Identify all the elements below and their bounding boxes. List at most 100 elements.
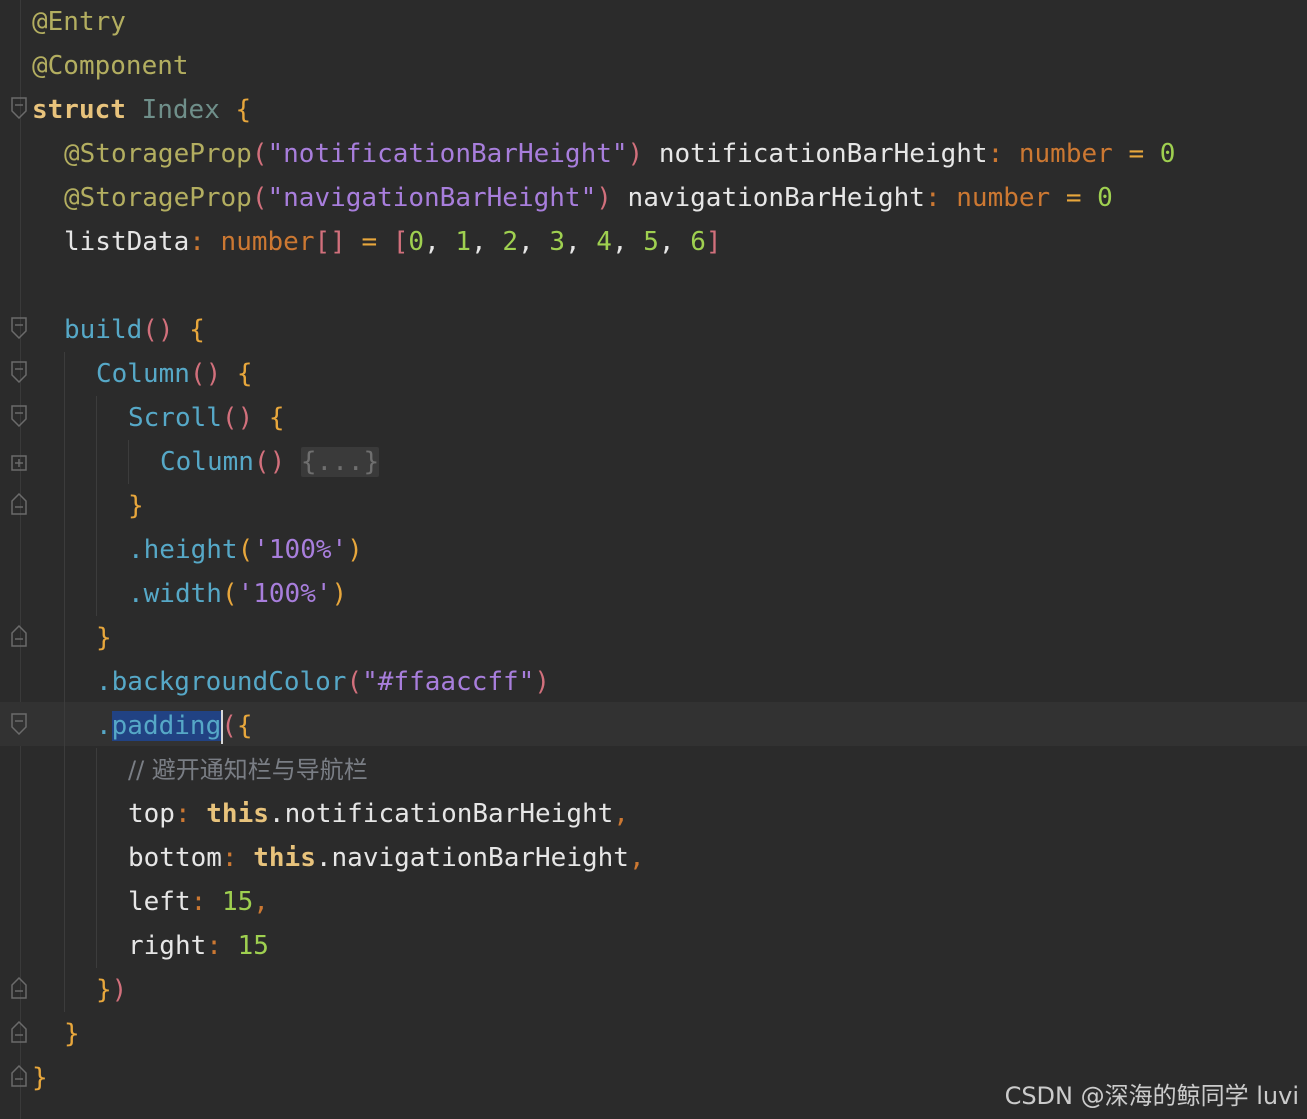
brace-token: } [128,491,144,521]
fold-close-icon[interactable] [11,625,27,647]
folded-code-block[interactable]: {...} [300,447,380,477]
fold-open-icon[interactable] [11,97,27,119]
code-line[interactable]: } [32,616,112,660]
brace-token: } [32,1063,48,1093]
operator-token: = [1065,183,1082,213]
colon-token: : [924,183,941,213]
code-line[interactable]: } [32,1056,48,1100]
this-keyword-token: this [206,799,269,829]
gutter-separator [20,0,21,1119]
code-line[interactable]: Column() {...} [32,440,380,484]
dot-token: . [96,667,112,697]
code-line[interactable]: build() { [32,308,205,352]
colon-token: : [190,887,207,917]
code-line[interactable]: left: 15, [32,880,269,924]
key-token: bottom [128,843,222,873]
fold-close-icon[interactable] [11,1021,27,1043]
string-token: "#ffaaccff" [362,667,535,697]
code-line[interactable]: // 避开通知栏与导航栏 [32,748,368,792]
comment-token: // 避开通知栏与导航栏 [128,756,368,784]
array-value: 0 [408,227,425,257]
key-token: left [128,887,191,917]
function-token: Column [96,359,190,389]
comma-token: , [628,843,645,873]
code-line[interactable]: top: this.notificationBarHeight, [32,792,629,836]
code-line[interactable]: listData: number[] = [0, 1, 2, 3, 4, 5, … [32,220,722,264]
array-value: 1 [455,227,472,257]
code-line[interactable]: .width('100%') [32,572,347,616]
function-token: Column [160,447,254,477]
annotation-token: @Entry [32,7,126,37]
dot-token: . [128,535,144,565]
colon-token: : [189,227,205,257]
paren-token: ) [596,183,612,213]
property-token: notificationBarHeight [643,139,988,169]
code-editor[interactable]: @Entry @Component struct Index { @Storag… [0,0,1307,1119]
key-token: right [128,931,207,961]
bracket-token: [ [392,227,409,257]
type-token: number [1018,139,1113,169]
selected-method-token[interactable]: padding [111,711,222,741]
array-value: 6 [690,227,706,257]
code-line[interactable]: .backgroundColor("#ffaaccff") [32,660,550,704]
paren-token: ( [237,535,254,565]
bracket-token: ] [705,227,722,257]
paren-token: ( [346,667,363,697]
colon-token: : [987,139,1004,169]
string-token: '100%' [237,579,332,609]
paren-token: ( [221,711,237,741]
fold-close-icon[interactable] [11,977,27,999]
code-line[interactable]: .height('100%') [32,528,363,572]
this-keyword-token: this [253,843,316,873]
colon-token: : [174,799,191,829]
fold-open-icon[interactable] [11,317,27,339]
paren-token: ) [534,667,550,697]
fold-closed-icon[interactable] [11,452,27,474]
code-line[interactable]: @StorageProp("notificationBarHeight") no… [32,132,1175,176]
paren-token: ( [221,579,238,609]
colon-token: : [221,843,238,873]
comma-token: , [613,799,629,829]
operator-token: = [361,227,378,257]
property-token: notificationBarHeight [284,799,614,829]
paren-token: ) [331,579,348,609]
property-token: navigationBarHeight [331,843,629,873]
fold-open-icon[interactable] [11,361,27,383]
code-line[interactable]: right: 15 [32,924,269,968]
paren-token: ) [627,139,644,169]
code-line-current[interactable]: .padding({ [32,704,253,748]
code-line[interactable]: Column() { [32,352,253,396]
code-line[interactable]: }) [32,968,127,1012]
array-value: 3 [549,227,565,257]
string-token: "navigationBarHeight" [267,183,597,213]
brace-token: { [235,95,252,125]
annotation-token: @StorageProp [64,183,252,213]
fold-close-icon[interactable] [11,493,27,515]
paren-token: () [221,403,254,433]
property-token: navigationBarHeight [611,183,925,213]
paren-token: ) [111,975,128,1005]
code-line[interactable]: struct Index { [32,88,251,132]
dot-token: . [315,843,332,873]
dot-token: . [128,579,144,609]
code-line[interactable]: } [32,1012,80,1056]
type-token: number [956,183,1051,213]
fold-open-icon[interactable] [11,713,27,735]
annotation-token: @Component [32,51,189,81]
struct-name-token: Index [141,95,220,125]
property-token: listData [64,227,190,257]
code-line[interactable]: @Component [32,44,189,88]
string-token: "notificationBarHeight" [267,139,628,169]
brace-token: } [96,975,112,1005]
code-line[interactable]: Scroll() { [32,396,285,440]
fold-close-icon[interactable] [11,1065,27,1087]
number-token: 15 [221,887,254,917]
fold-open-icon[interactable] [11,405,27,427]
code-line[interactable]: } [32,484,144,528]
array-value: 5 [643,227,659,257]
code-line[interactable]: @StorageProp("navigationBarHeight") navi… [32,176,1113,220]
code-line[interactable]: bottom: this.navigationBarHeight, [32,836,645,880]
dot-token: . [268,799,285,829]
comma-token: , [253,887,269,917]
code-line[interactable]: @Entry [32,0,126,44]
